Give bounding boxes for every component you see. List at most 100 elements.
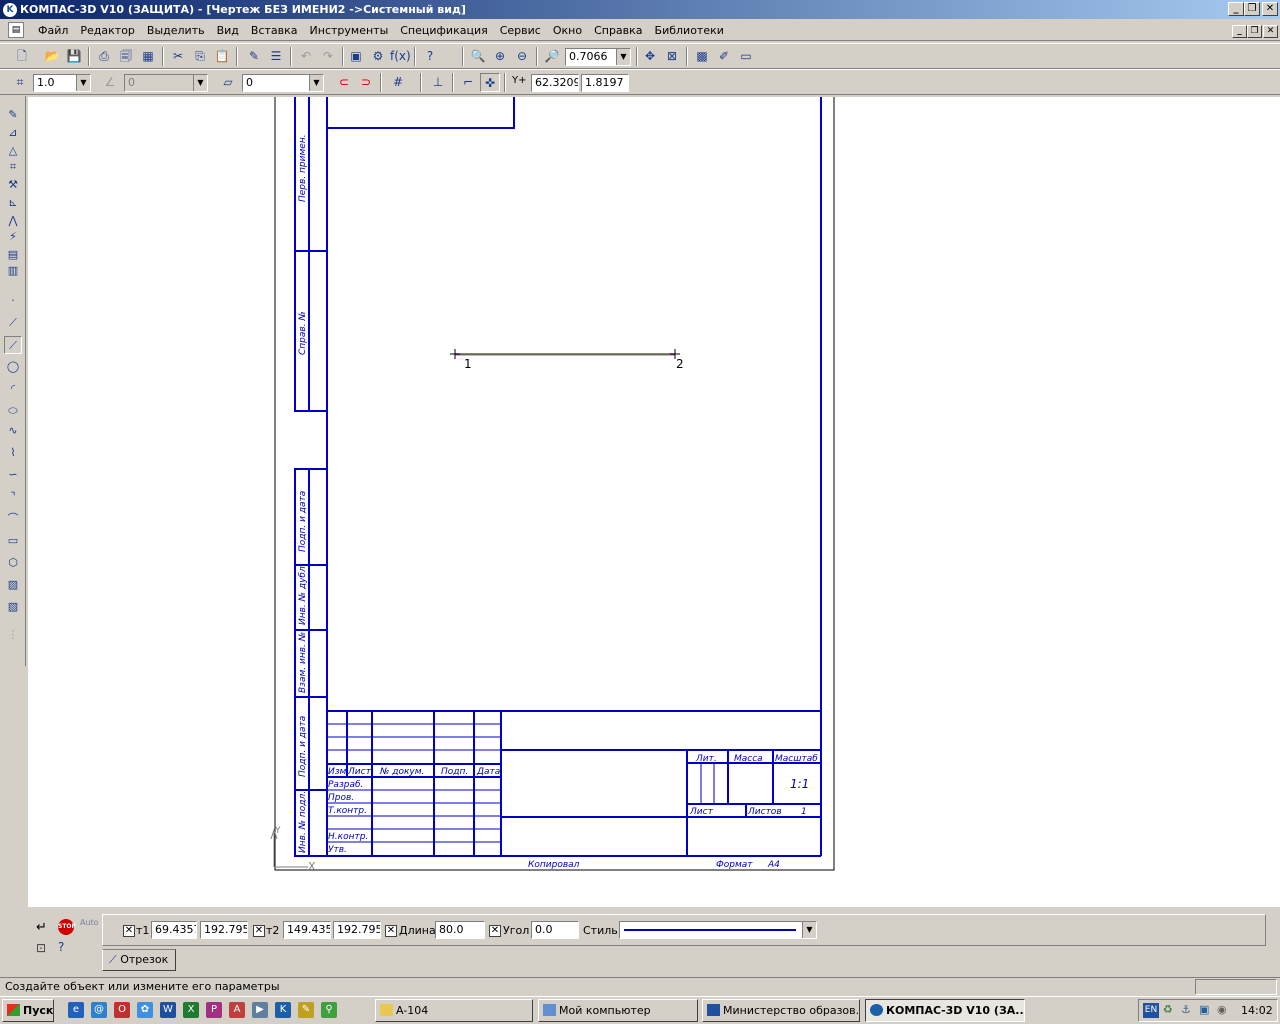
pan-icon[interactable]: ✥ (640, 47, 660, 66)
print-preview-icon[interactable]: 🗐 (116, 47, 136, 66)
angle-step-icon[interactable]: ∠ (100, 73, 120, 92)
zoom-scale-icon[interactable]: 🔎 (542, 47, 562, 66)
point-tool-icon[interactable]: · (4, 292, 22, 310)
snap-magnet-icon[interactable]: ⊂ (334, 73, 354, 92)
manager-icon[interactable]: ▣ (346, 47, 366, 66)
chevron-down-icon[interactable]: ▼ (76, 75, 90, 91)
spline-tool-icon[interactable]: ∿ (4, 422, 22, 440)
circle-tool-icon[interactable]: ◯ (4, 358, 22, 376)
taskbar-button-ministry[interactable]: Министерство образов... (702, 999, 860, 1022)
fillet-tool-icon[interactable]: ⌒ (4, 510, 22, 528)
menu-select[interactable]: Выделить (141, 24, 211, 37)
edit-panel-icon[interactable]: ⌗ (4, 158, 22, 176)
segment-tool-icon[interactable]: ⟋ (4, 336, 22, 354)
doc-restore-button[interactable]: ❐ (1247, 25, 1262, 38)
style-select[interactable]: ▼ (619, 921, 817, 939)
doc-close-button[interactable]: ✕ (1263, 25, 1278, 38)
angle-input[interactable]: 0.0 (531, 921, 579, 939)
menu-editor[interactable]: Редактор (74, 24, 141, 37)
variables-icon[interactable]: ⚙ (368, 47, 388, 66)
measure-panel-icon[interactable]: ⊾ (4, 194, 22, 212)
zoom-minus-icon[interactable]: ⊖ (512, 47, 532, 66)
maximize-button[interactable]: ❐ (1244, 2, 1260, 16)
report-panel-icon[interactable]: ▥ (4, 262, 22, 280)
t1-y-input[interactable]: 192.795 (200, 921, 248, 939)
print-icon[interactable]: ⎙ (94, 47, 114, 66)
auto-create-icon[interactable]: Auto (80, 918, 99, 927)
doc-minimize-button[interactable]: _ (1232, 25, 1247, 38)
network-icon[interactable]: ⚓ (1181, 1003, 1191, 1016)
kompas-app-icon[interactable]: K (3, 2, 17, 17)
network-quick-icon[interactable]: ⚲ (321, 1002, 337, 1018)
menu-help[interactable]: Справка (588, 24, 648, 37)
length-checkbox[interactable]: ✕ (385, 925, 397, 937)
more-tools-icon[interactable]: ⋮ (4, 626, 22, 644)
grid-icon[interactable]: # (388, 73, 408, 92)
menu-specification[interactable]: Спецификация (394, 24, 493, 37)
function-icon[interactable]: f(x) (390, 47, 411, 66)
angle-step-field[interactable]: 0 ▼ (124, 74, 208, 92)
menu-window[interactable]: Окно (547, 24, 588, 37)
start-button[interactable]: Пуск (2, 999, 54, 1022)
t1-checkbox[interactable]: ✕ (123, 925, 135, 937)
snap-step-icon[interactable]: ⌗ (10, 73, 30, 92)
local-cs-icon[interactable]: ⊥ (428, 73, 448, 92)
length-input[interactable]: 80.0 (435, 921, 485, 939)
drawing-canvas[interactable]: Перв. примен. Справ. № Подп. и дата Инв.… (28, 97, 1280, 907)
t2-x-input[interactable]: 149.435 (283, 921, 331, 939)
taskbar-button-a104[interactable]: A-104 (375, 999, 533, 1022)
ie-icon[interactable]: e (68, 1002, 84, 1018)
menu-view[interactable]: Вид (211, 24, 245, 37)
publisher-icon[interactable]: P (206, 1002, 222, 1018)
layer-field[interactable]: 0 ▼ (242, 74, 324, 92)
taskbar-button-kompas[interactable]: КОМПАС-3D V10 (ЗА... (865, 999, 1025, 1022)
cut-icon[interactable]: ✂ (168, 47, 188, 66)
undo-icon[interactable]: ↶ (296, 47, 316, 66)
create-object-icon[interactable]: ↵ (36, 920, 47, 935)
show-all-icon[interactable]: ⊠ (662, 47, 682, 66)
angle-checkbox[interactable]: ✕ (489, 925, 501, 937)
step-field[interactable]: 1.0 ▼ (33, 74, 91, 92)
object-properties-icon[interactable]: ☰ (266, 47, 286, 66)
document-icon[interactable]: ▤ (8, 22, 24, 38)
cursor-y-field[interactable]: 1.8197 (581, 74, 629, 92)
zoom-plus-icon[interactable]: ⊕ (490, 47, 510, 66)
layers-icon[interactable]: ✐ (714, 47, 734, 66)
geometry-panel-icon[interactable]: ✎ (4, 106, 22, 124)
associative-panel-icon[interactable]: ⚡ (4, 228, 22, 246)
tool-quick-icon[interactable]: ✎ (298, 1002, 314, 1018)
menu-tools[interactable]: Инструменты (304, 24, 395, 37)
t2-checkbox[interactable]: ✕ (253, 925, 265, 937)
ortho-icon[interactable]: ⌐ (458, 73, 478, 92)
drawing-sheet[interactable]: Перв. примен. Справ. № Подп. и дата Инв.… (28, 97, 1280, 907)
new-file-icon[interactable]: 🗋 (12, 47, 32, 66)
hatch-tool-icon[interactable]: ▨ (4, 576, 22, 594)
dimensions-panel-icon[interactable]: ⊿ (4, 124, 22, 142)
display-icon[interactable]: ▭ (736, 47, 756, 66)
fill-tool-icon[interactable]: ▧ (4, 598, 22, 616)
parametric-mode-icon[interactable]: ✜ (480, 73, 500, 92)
snapshot-icon[interactable]: ⊡ (36, 941, 46, 955)
access-icon[interactable]: A (229, 1002, 245, 1018)
opera-icon[interactable]: O (114, 1002, 130, 1018)
menu-file[interactable]: Файл (32, 24, 74, 37)
ellipse-tool-icon[interactable]: ⬭ (4, 402, 22, 420)
open-file-icon[interactable]: 📂 (42, 47, 62, 66)
polyline-tool-icon[interactable]: ⌇ (4, 444, 22, 462)
auxiliary-line-icon[interactable]: ⟋ (4, 314, 22, 332)
arc-tool-icon[interactable]: ◜ (4, 380, 22, 398)
chevron-down-icon[interactable]: ▼ (616, 49, 630, 65)
zoom-field[interactable]: 0.7066 ▼ (565, 48, 631, 66)
menu-insert[interactable]: Вставка (245, 24, 304, 37)
chevron-down-icon[interactable]: ▼ (309, 75, 323, 91)
save-icon[interactable]: 💾 (64, 47, 84, 66)
rectangle-tool-icon[interactable]: ▭ (4, 532, 22, 550)
cursor-x-field[interactable]: 62.3209 (531, 74, 579, 92)
volume-icon[interactable]: ◉ (1217, 1003, 1227, 1016)
copy-properties-icon[interactable]: ✎ (244, 47, 264, 66)
stop-icon[interactable]: STOP (58, 919, 76, 935)
menu-libraries[interactable]: Библиотеки (649, 24, 730, 37)
word-icon[interactable]: W (160, 1002, 176, 1018)
messenger-icon[interactable]: ✿ (137, 1002, 153, 1018)
zoom-in-icon[interactable]: 🔍 (468, 47, 488, 66)
